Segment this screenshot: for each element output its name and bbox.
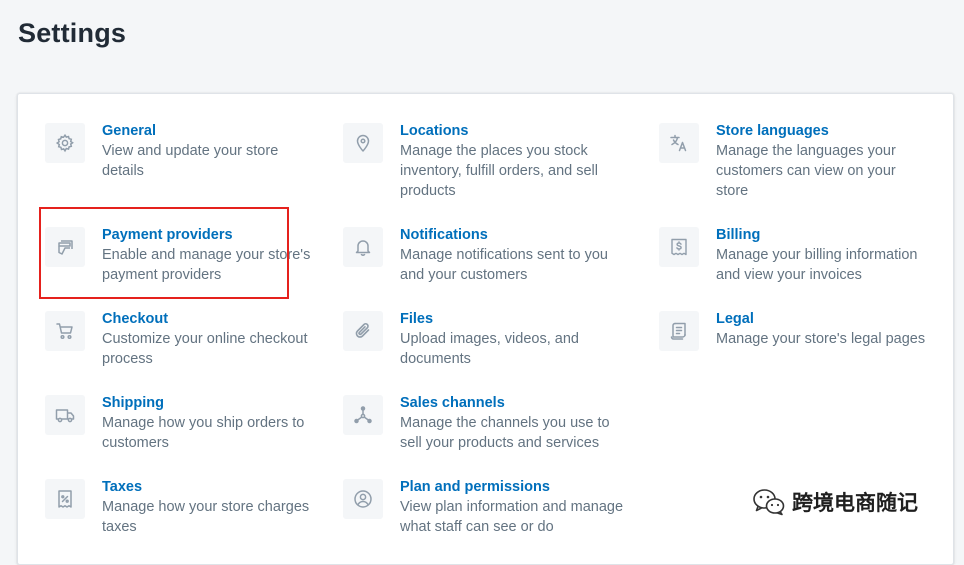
settings-item-title[interactable]: Sales channels — [400, 393, 625, 413]
settings-item-notifications[interactable]: Notifications Manage notifications sent … — [343, 225, 625, 285]
settings-item-title[interactable]: Files — [400, 309, 625, 329]
settings-item-description: Manage your billing information and view… — [716, 247, 918, 283]
truck-icon — [45, 395, 85, 435]
paperclip-icon — [343, 311, 383, 351]
user-circle-icon — [343, 479, 383, 519]
settings-item-legal[interactable]: Legal Manage your store's legal pages — [659, 309, 931, 351]
settings-item-checkout[interactable]: Checkout Customize your online checkout … — [45, 309, 312, 369]
settings-item-description: Manage how your store charges taxes — [102, 499, 310, 535]
settings-item-plan-permissions[interactable]: Plan and permissions View plan informati… — [343, 477, 625, 537]
settings-item-description: Upload images, videos, and documents — [400, 331, 579, 367]
settings-item-description: Manage the places you stock inventory, f… — [400, 143, 598, 199]
tax-receipt-icon — [45, 479, 85, 519]
translate-icon — [659, 123, 699, 163]
settings-item-title[interactable]: General — [102, 121, 312, 141]
settings-item-sales-channels[interactable]: Sales channels Manage the channels you u… — [343, 393, 625, 453]
channels-icon — [343, 395, 383, 435]
settings-item-store-languages[interactable]: Store languages Manage the languages you… — [659, 121, 931, 201]
settings-item-description: Customize your online checkout process — [102, 331, 308, 367]
settings-item-locations[interactable]: Locations Manage the places you stock in… — [343, 121, 625, 201]
settings-item-billing[interactable]: Billing Manage your billing information … — [659, 225, 931, 285]
settings-item-description: Manage how you ship orders to customers — [102, 415, 305, 451]
settings-item-title[interactable]: Store languages — [716, 121, 931, 141]
settings-item-description: Manage the languages your customers can … — [716, 143, 896, 199]
bell-icon — [343, 227, 383, 267]
settings-item-description: View and update your store details — [102, 143, 279, 179]
settings-item-description: Manage the channels you use to sell your… — [400, 415, 610, 451]
cart-icon — [45, 311, 85, 351]
page-title: Settings — [18, 18, 127, 48]
settings-item-files[interactable]: Files Upload images, videos, and documen… — [343, 309, 625, 369]
settings-item-title[interactable]: Taxes — [102, 477, 312, 497]
settings-item-description: View plan information and manage what st… — [400, 499, 624, 535]
settings-item-taxes[interactable]: Taxes Manage how your store charges taxe… — [45, 477, 312, 537]
settings-item-title[interactable]: Checkout — [102, 309, 312, 329]
wechat-icon — [753, 489, 785, 516]
location-pin-icon — [343, 123, 383, 163]
settings-item-title[interactable]: Notifications — [400, 225, 625, 245]
settings-item-title[interactable]: Locations — [400, 121, 625, 141]
billing-icon — [659, 227, 699, 267]
watermark-text: 跨境电商随记 — [792, 491, 918, 515]
settings-item-shipping[interactable]: Shipping Manage how you ship orders to c… — [45, 393, 312, 453]
settings-item-description: Manage your store's legal pages — [716, 331, 926, 347]
settings-item-title[interactable]: Legal — [716, 309, 931, 329]
highlight-box — [39, 207, 289, 299]
settings-item-description: Manage notifications sent to you and you… — [400, 247, 608, 283]
legal-document-icon — [659, 311, 699, 351]
settings-item-general[interactable]: General View and update your store detai… — [45, 121, 312, 181]
gear-icon — [45, 123, 85, 163]
settings-item-title[interactable]: Billing — [716, 225, 931, 245]
settings-item-title[interactable]: Plan and permissions — [400, 477, 625, 497]
settings-item-title[interactable]: Shipping — [102, 393, 312, 413]
watermark: 跨境电商随记 — [752, 487, 918, 517]
